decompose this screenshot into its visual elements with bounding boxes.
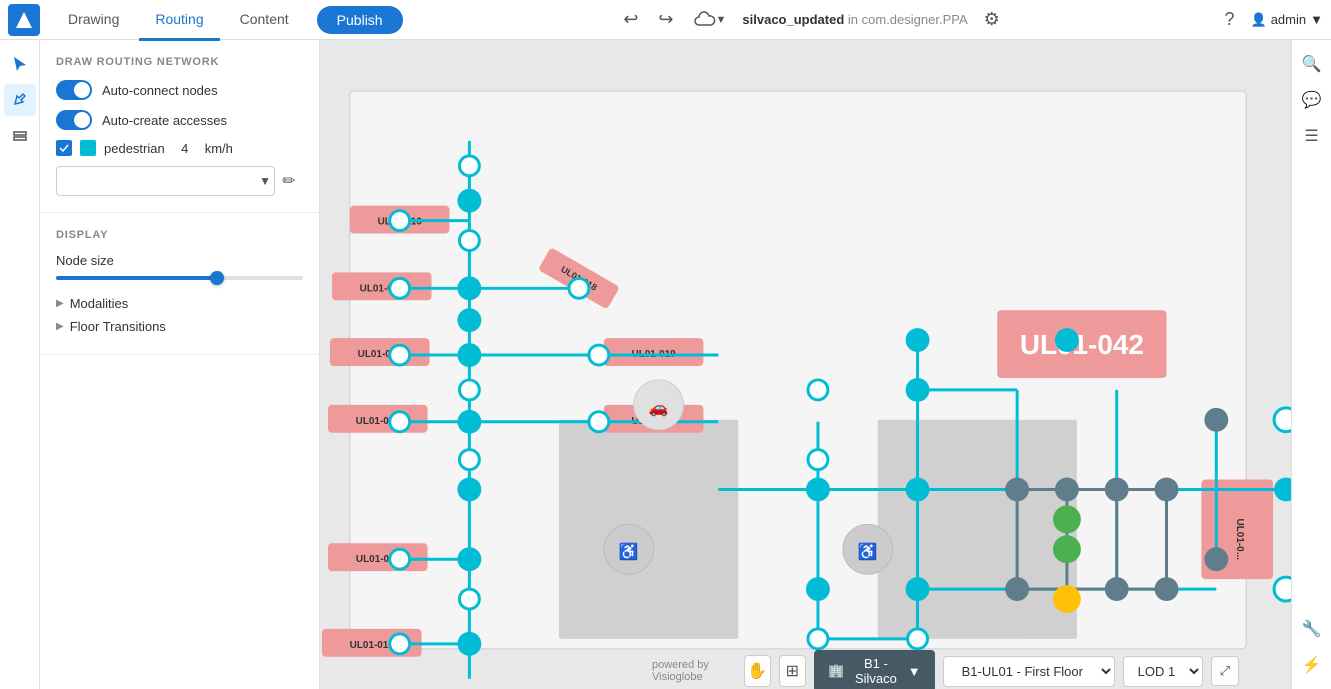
floor-building-label: B1 - Silvaco xyxy=(850,656,902,686)
undo-button[interactable]: ↩ xyxy=(619,5,642,34)
settings-button[interactable]: ⚙ xyxy=(980,5,1004,34)
pedestrian-label: pedestrian xyxy=(104,141,165,156)
qr-button[interactable]: ⊞ xyxy=(779,655,806,687)
building-floor-button[interactable]: 🏢 B1 - Silvaco ▼ xyxy=(814,650,935,689)
search-button[interactable]: 🔍 xyxy=(1296,48,1328,80)
auto-connect-toggle[interactable] xyxy=(56,80,92,100)
user-menu[interactable]: 👤 admin ▼ xyxy=(1251,12,1323,28)
floor-building-chevron-icon: ▼ xyxy=(908,664,921,679)
draw-routing-title: DRAW ROUTING NETWORK xyxy=(56,56,303,68)
svg-text:UL01-042: UL01-042 xyxy=(1020,329,1144,360)
svg-text:♿: ♿ xyxy=(619,542,639,561)
draw-routing-section: DRAW ROUTING NETWORK Auto-connect nodes … xyxy=(40,40,319,213)
auto-create-row: Auto-create accesses xyxy=(56,110,303,130)
auto-create-toggle[interactable] xyxy=(56,110,92,130)
cloud-button[interactable]: ▼ xyxy=(690,7,731,33)
user-name: admin xyxy=(1271,12,1306,27)
layers-button[interactable] xyxy=(4,120,36,152)
floor-transitions-row[interactable]: ▶ Floor Transitions xyxy=(56,315,303,338)
node-size-label: Node size xyxy=(56,253,303,268)
topbar-right: ? 👤 admin ▼ xyxy=(1221,5,1324,34)
topbar: Drawing Routing Content Publish ↩ ↪ ▼ si… xyxy=(0,0,1331,40)
modalities-chevron-icon: ▶ xyxy=(56,298,64,309)
building-icon: 🏢 xyxy=(828,663,844,679)
pedestrian-checkbox[interactable] xyxy=(56,140,72,156)
publish-button[interactable]: Publish xyxy=(317,6,403,34)
slider-fill xyxy=(56,276,217,280)
project-name: silvaco_updated in com.designer.PPA xyxy=(742,12,967,27)
bottom-center-controls: ✋ ⊞ 🏢 B1 - Silvaco ▼ B1-UL01 - First Flo… xyxy=(744,650,1239,689)
map-area[interactable]: UL01-016 UL01-015 UL01-018 UL01-014 UL01… xyxy=(320,40,1291,689)
map-svg: UL01-016 UL01-015 UL01-018 UL01-014 UL01… xyxy=(320,40,1291,689)
topbar-center: ↩ ↪ ▼ silvaco_updated in com.designer.PP… xyxy=(407,5,1217,34)
pedestrian-speed: 4 xyxy=(173,141,197,156)
slider-thumb[interactable] xyxy=(210,271,224,285)
left-toolbar xyxy=(0,40,40,689)
floor-transitions-chevron-icon: ▶ xyxy=(56,321,64,332)
modalities-row[interactable]: ▶ Modalities xyxy=(56,292,303,315)
powered-by-label: powered by Visioglobe xyxy=(652,659,744,683)
cursor-tool-button[interactable] xyxy=(4,48,36,80)
user-icon: 👤 xyxy=(1251,12,1267,28)
svg-text:UL01-0...: UL01-0... xyxy=(1234,519,1245,561)
app-logo xyxy=(8,4,40,36)
user-menu-chevron: ▼ xyxy=(1310,12,1323,27)
modalities-label: Modalities xyxy=(70,296,129,311)
chat-button[interactable]: 💬 xyxy=(1296,84,1328,116)
pedestrian-color-swatch xyxy=(80,140,96,156)
hand-tool-button[interactable]: ✋ xyxy=(744,655,771,687)
pedestrian-type-select[interactable] xyxy=(56,166,275,196)
svg-text:♿: ♿ xyxy=(858,542,878,561)
auto-connect-row: Auto-connect nodes xyxy=(56,80,303,100)
node-size-slider[interactable] xyxy=(56,276,303,280)
edit-pedestrian-button[interactable]: ✏ xyxy=(275,167,303,195)
floor-level-select[interactable]: B1-UL01 - First Floor xyxy=(943,656,1115,687)
tools-button[interactable]: 🔧 xyxy=(1296,613,1328,645)
svg-text:🚗: 🚗 xyxy=(649,400,669,417)
tab-routing[interactable]: Routing xyxy=(139,1,219,41)
tab-content[interactable]: Content xyxy=(224,1,305,41)
pedestrian-row: pedestrian 4 km/h xyxy=(56,140,303,156)
main-layout: DRAW ROUTING NETWORK Auto-connect nodes … xyxy=(0,40,1331,689)
help-button[interactable]: ? xyxy=(1221,5,1239,34)
pedestrian-type-row: ▼ ✏ xyxy=(56,166,303,196)
tab-drawing[interactable]: Drawing xyxy=(52,1,135,41)
draw-tool-button[interactable] xyxy=(4,84,36,116)
auto-create-label: Auto-create accesses xyxy=(102,113,227,128)
floor-transitions-label: Floor Transitions xyxy=(70,319,166,334)
lod-select[interactable]: LOD 1 xyxy=(1123,656,1203,687)
list-button[interactable]: ☰ xyxy=(1296,120,1328,152)
right-toolbar: 🔍 💬 ☰ 🔧 ⚡ xyxy=(1291,40,1331,689)
svg-text:UL01-010: UL01-010 xyxy=(350,640,395,651)
expand-button[interactable]: ⤢ xyxy=(1211,656,1239,686)
display-title: DISPLAY xyxy=(56,229,303,241)
lightning-button[interactable]: ⚡ xyxy=(1296,649,1328,681)
side-panel: DRAW ROUTING NETWORK Auto-connect nodes … xyxy=(40,40,320,689)
display-section: DISPLAY Node size ▶ Modalities ▶ Floor T… xyxy=(40,213,319,355)
bottom-bar: powered by Visioglobe ✋ ⊞ 🏢 B1 - Silvaco… xyxy=(640,653,1251,689)
auto-connect-label: Auto-connect nodes xyxy=(102,83,218,98)
node-size-slider-container xyxy=(56,276,303,280)
pedestrian-unit: km/h xyxy=(205,141,233,156)
redo-button[interactable]: ↪ xyxy=(654,5,677,34)
